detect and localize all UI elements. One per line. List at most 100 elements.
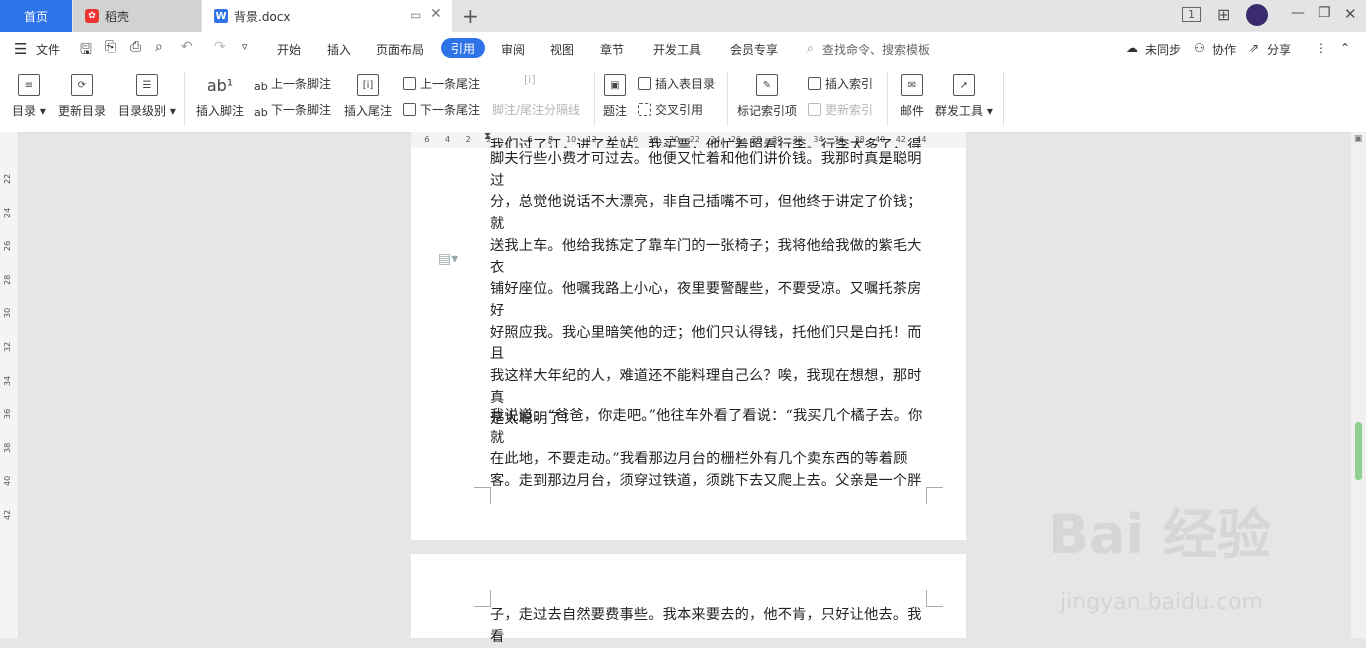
ribbon-reference: ≡ 目录 ▾ ⟳ 更新目录 ☰ 目录级别 ▾ ab¹ 插入脚注 ab 上一条脚注 … xyxy=(0,66,1366,133)
share-button[interactable]: 分享 xyxy=(1267,41,1291,58)
divider xyxy=(594,72,595,126)
grid-apps-icon[interactable]: ⊞ xyxy=(1217,5,1230,24)
menu-review[interactable]: 审阅 xyxy=(501,41,525,58)
sync-status[interactable]: 未同步 xyxy=(1145,41,1181,58)
insert-endnote-button[interactable]: [i] 插入尾注 xyxy=(344,74,392,119)
insert-footnote-button[interactable]: ab¹ 插入脚注 xyxy=(196,74,244,119)
next-endnote-button[interactable]: 下一条尾注 xyxy=(403,101,480,118)
caption-icon: ▣ xyxy=(604,74,626,96)
print-icon[interactable]: ⎙ xyxy=(130,39,141,55)
document-page-2[interactable]: 子，走过去自然要费事些。我本来要去的，他不肯，只好让他去。我看 xyxy=(411,554,966,645)
divider xyxy=(1003,72,1004,126)
prev-footnote-icon: ab xyxy=(254,80,268,93)
margin-corner xyxy=(474,487,491,504)
close-window-icon[interactable]: ✕ xyxy=(1344,5,1357,23)
endnote-icon: [i] xyxy=(357,74,379,96)
collab-button[interactable]: 协作 xyxy=(1212,41,1236,58)
print-preview-icon[interactable]: ⌕ xyxy=(155,39,163,55)
redo-icon[interactable]: ↷ xyxy=(214,39,226,55)
toc-icon: ≡ xyxy=(17,74,40,96)
menu-view[interactable]: 视图 xyxy=(550,41,574,58)
paragraph-2[interactable]: 我说道：“爸爸，你走吧。”他往车外看了看说：“我买几个橘子去。你就 在此地，不要走… xyxy=(490,406,926,493)
update-toc-button[interactable]: ⟳ 更新目录 xyxy=(58,74,106,119)
mark-index-icon: ✎ xyxy=(756,74,778,96)
paragraph-3[interactable]: 子，走过去自然要费事些。我本来要去的，他不肯，只好让他去。我看 xyxy=(490,605,926,648)
toc-level-button[interactable]: ☰ 目录级别 ▾ xyxy=(118,74,176,119)
save-icon[interactable]: 🖫 xyxy=(80,39,92,63)
text-line: 子，走过去自然要费事些。我本来要去的，他不肯，只好让他去。我看 xyxy=(490,607,922,645)
scroll-thumb[interactable] xyxy=(1355,422,1362,480)
menu-member[interactable]: 会员专享 xyxy=(730,41,778,58)
close-tab-icon[interactable]: ✕ xyxy=(430,6,442,22)
export-icon[interactable]: ⎘ xyxy=(105,39,116,55)
new-tab-icon[interactable]: + xyxy=(462,4,479,28)
text-line: 客。走到那边月台，须穿过铁道，须跳下去又爬上去。父亲是一个胖 xyxy=(490,473,922,490)
more-icon[interactable]: ⋮ xyxy=(1315,41,1327,55)
menu-insert[interactable]: 插入 xyxy=(327,41,351,58)
menu-layout[interactable]: 页面布局 xyxy=(376,41,424,58)
vertical-ruler[interactable]: 22 24 26 28 30 32 34 36 38 40 42 xyxy=(0,132,19,638)
ruler-tick: 24 xyxy=(3,207,12,218)
insert-table-toc-label: 插入表目录 xyxy=(655,77,716,91)
update-index-icon xyxy=(808,103,821,116)
undo-icon[interactable]: ↶ xyxy=(181,39,193,55)
text-line: 我这样大年纪的人，难道还不能料理自己么？唉，我现在想想，那时真 xyxy=(490,368,922,406)
mark-index-button[interactable]: ✎ 标记索引项 xyxy=(737,74,797,119)
search-command[interactable]: 查找命令、搜索模板 xyxy=(822,41,930,58)
mass-tool-label: 群发工具 xyxy=(935,104,984,118)
mail-button[interactable]: ✉ 邮件 xyxy=(900,74,924,119)
separator-button[interactable]: 脚注/尾注分隔线 xyxy=(492,101,580,118)
avatar[interactable] xyxy=(1246,4,1268,26)
menu-reference[interactable]: 引用 xyxy=(441,38,485,58)
ruler-tick: 32 xyxy=(3,341,12,352)
insert-table-toc-button[interactable]: 插入表目录 xyxy=(638,75,715,92)
margin-corner xyxy=(926,590,943,607)
window-count-icon[interactable]: 1 xyxy=(1182,7,1201,22)
scroll-up-icon[interactable]: ▣ xyxy=(1354,134,1363,144)
menu-start[interactable]: 开始 xyxy=(277,41,301,58)
hamburger-icon[interactable]: ☰ xyxy=(14,40,27,58)
next-footnote-icon: ab xyxy=(254,106,268,119)
margin-corner xyxy=(926,487,943,504)
ruler-tick: 28 xyxy=(3,274,12,285)
document-page[interactable]: 我们过了江，进了车站。我买票，他忙着照看行李。行李太多了，得向 脚夫行些小费才可… xyxy=(411,138,966,540)
margin-corner xyxy=(474,590,491,607)
menu-bar: ☰ 文件 🖫 ⎘ ⎙ ⌕ ↶ ↷ ▿ 开始 插入 页面布局 引用 审阅 视图 章… xyxy=(0,32,1366,66)
cross-ref-button[interactable]: 交叉引用 xyxy=(638,101,703,118)
ruler-tick: 38 xyxy=(3,442,12,453)
prev-endnote-button[interactable]: 上一条尾注 xyxy=(403,75,480,92)
update-index-button[interactable]: 更新索引 xyxy=(808,101,873,118)
paragraph-1[interactable]: 脚夫行些小费才可过去。他便又忙着和他们讲价钱。我那时真是聪明过 分，总觉他说话不大… xyxy=(490,149,926,431)
baidu-watermark: Bai 经验 xyxy=(1048,503,1271,566)
paragraph-handle-icon[interactable]: ▤▾ xyxy=(438,251,458,267)
next-footnote-button[interactable]: ab 下一条脚注 xyxy=(254,101,331,119)
menu-developer[interactable]: 开发工具 xyxy=(653,41,701,58)
vertical-scrollbar[interactable]: ▣ xyxy=(1351,132,1366,638)
ruler-tick: 6 xyxy=(424,135,430,144)
tab-document[interactable]: W 背景.docx ▭ ✕ xyxy=(202,0,452,32)
text-line: 铺好座位。他嘱我路上小心，夜里要警醒些，不要受凉。又嘱托茶房好 xyxy=(490,281,922,319)
table-toc-icon xyxy=(638,77,651,90)
divider xyxy=(727,72,728,126)
menu-section[interactable]: 章节 xyxy=(600,41,624,58)
word-doc-icon: W xyxy=(214,9,228,23)
tab-home[interactable]: 首页 xyxy=(0,0,72,32)
prev-footnote-button[interactable]: ab 上一条脚注 xyxy=(254,75,331,93)
insert-index-button[interactable]: 插入索引 xyxy=(808,75,873,92)
restore-icon[interactable]: ❐ xyxy=(1318,5,1331,21)
caption-button[interactable]: ▣ 题注 xyxy=(603,74,627,119)
tab-daoke[interactable]: ✿ 稻壳 xyxy=(73,0,201,32)
prev-endnote-label: 上一条尾注 xyxy=(420,77,481,91)
menu-file[interactable]: 文件 xyxy=(36,41,60,58)
mass-tool-button[interactable]: ➚ 群发工具 ▾ xyxy=(935,74,993,119)
ruler-tick: 36 xyxy=(3,409,12,420)
collapse-ribbon-icon[interactable]: ⌃ xyxy=(1340,41,1350,55)
toc-level-label: 目录级别 xyxy=(118,104,167,118)
pin-icon[interactable]: ▭ xyxy=(410,8,421,22)
minimize-icon[interactable]: — xyxy=(1291,5,1305,21)
toc-button[interactable]: ≡ 目录 ▾ xyxy=(12,74,46,119)
more-quick-icon[interactable]: ▿ xyxy=(242,40,248,53)
search-icon: ⌕ xyxy=(807,41,814,55)
window-count-label: 1 xyxy=(1188,8,1195,21)
tab-document-label: 背景.docx xyxy=(234,9,291,24)
